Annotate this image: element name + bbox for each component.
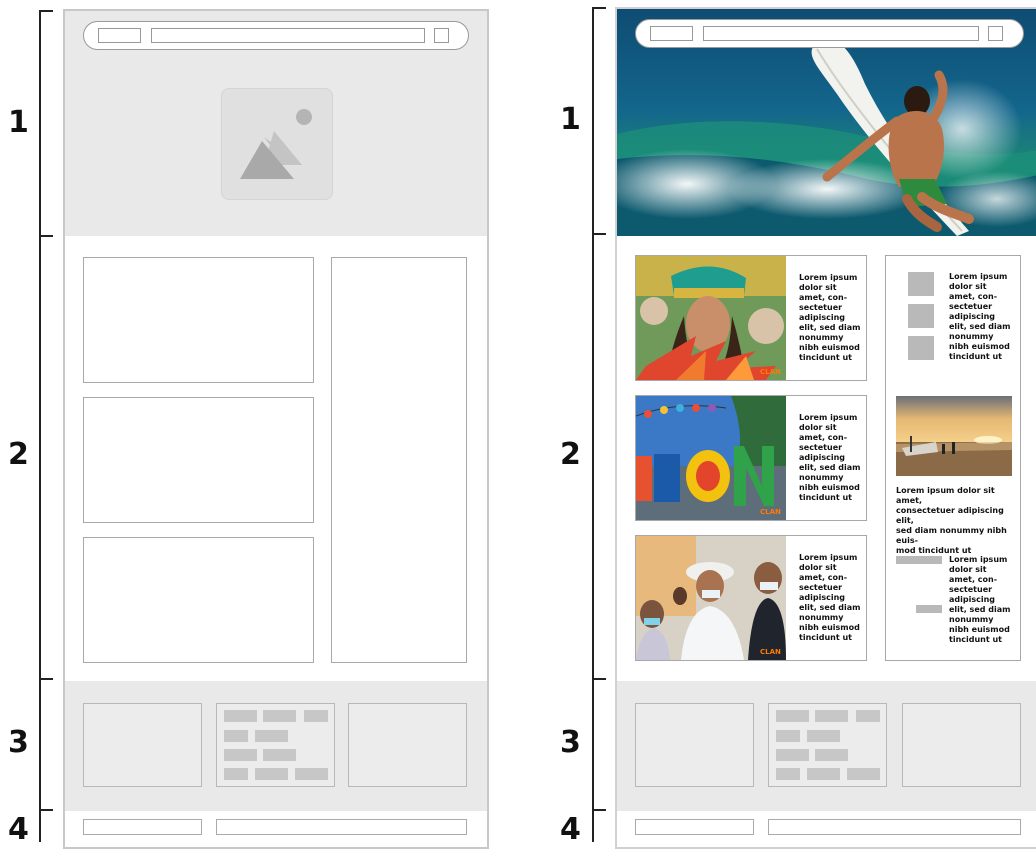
wireframe-sidebar — [331, 257, 467, 663]
clan-badge: CLAN — [760, 648, 781, 656]
clan-badge: CLAN — [760, 508, 781, 516]
bracket-section-2 — [592, 234, 604, 679]
city-sign-photo: CLAN — [636, 396, 786, 520]
news-card: CLAN Lorem ipsum dolor sit amet, con- se… — [635, 395, 867, 521]
sidebar-bar — [896, 556, 942, 564]
wireframe-bottom-bar — [83, 819, 202, 835]
bracket-section-1 — [592, 7, 604, 234]
wireframe-card — [83, 397, 314, 523]
section-number: 2 — [560, 437, 581, 472]
wireframe-footer — [65, 681, 487, 811]
card-text: Lorem ipsum dolor sit amet, con- sectetu… — [799, 273, 861, 362]
wireframe-search-bar — [151, 28, 425, 43]
section-number: 3 — [560, 725, 581, 760]
sidebar-bar — [916, 605, 942, 613]
wireframe-logo-box — [98, 28, 141, 43]
festival-queen-photo: CLAN — [636, 256, 786, 380]
news-card: CLAN Lorem ipsum dolor sit amet, con- se… — [635, 535, 867, 661]
wireframe-footer-box — [83, 703, 202, 787]
mockup-bottom-bar — [635, 819, 754, 835]
section-number: 1 — [8, 105, 29, 140]
section-number: 4 — [8, 812, 29, 847]
mockup-sidebar: Lorem ipsum dolor sit amet, con- sectetu… — [885, 255, 1021, 661]
news-card: CLAN Lorem ipsum dolor sit amet, con- se… — [635, 255, 867, 381]
bracket-section-3 — [592, 679, 604, 810]
sidebar-thumb — [908, 336, 934, 360]
bracket-section-1 — [39, 10, 51, 236]
wireframe-card — [83, 257, 314, 383]
sidebar-caption: Lorem ipsum dolor sit amet, consectetuer… — [896, 486, 1007, 555]
clan-badge: CLAN — [760, 368, 781, 376]
mockup-footer — [617, 681, 1036, 811]
sidebar-text: Lorem ipsum dolor sit amet, con- sectetu… — [949, 272, 1011, 361]
card-text: Lorem ipsum dolor sit amet, con- sectetu… — [799, 413, 861, 502]
image-icon — [221, 88, 333, 200]
wireframe-navbar — [83, 21, 469, 50]
card-text: Lorem ipsum dolor sit amet, con- sectetu… — [799, 553, 861, 642]
sidebar-thumb — [908, 304, 934, 328]
mockup-navbar — [635, 19, 1024, 48]
health-workers-photo: CLAN — [636, 536, 786, 660]
section-number: 1 — [560, 102, 581, 137]
mockup-page: CLAN Lorem ipsum dolor sit amet, con- se… — [615, 7, 1036, 849]
mockup-menu-box — [988, 26, 1003, 41]
beach-sunset-photo — [896, 396, 1012, 476]
mockup-footer-box — [902, 703, 1021, 787]
mockup-bottom-bar — [768, 819, 1021, 835]
section-number: 3 — [8, 725, 29, 760]
mockup-logo-box — [650, 26, 693, 41]
wireframe-footer-box — [348, 703, 467, 787]
wireframe-card — [83, 537, 314, 663]
bracket-section-3 — [39, 679, 51, 810]
bracket-section-4 — [592, 810, 604, 842]
wireframe-bottom-bar — [216, 819, 467, 835]
mockup-footer-box — [635, 703, 754, 787]
mockup-search-bar — [703, 26, 979, 41]
wireframe-footer-links — [216, 703, 335, 787]
wireframe-menu-box — [434, 28, 449, 43]
section-number: 4 — [560, 812, 581, 847]
bracket-section-2 — [39, 236, 51, 679]
sidebar-thumb — [908, 272, 934, 296]
sidebar-text: Lorem ipsum dolor sit amet, con- sectetu… — [949, 555, 1011, 644]
wireframe-page — [63, 9, 489, 849]
mockup-footer-links — [768, 703, 887, 787]
section-number: 2 — [8, 437, 29, 472]
bracket-section-4 — [39, 810, 51, 842]
